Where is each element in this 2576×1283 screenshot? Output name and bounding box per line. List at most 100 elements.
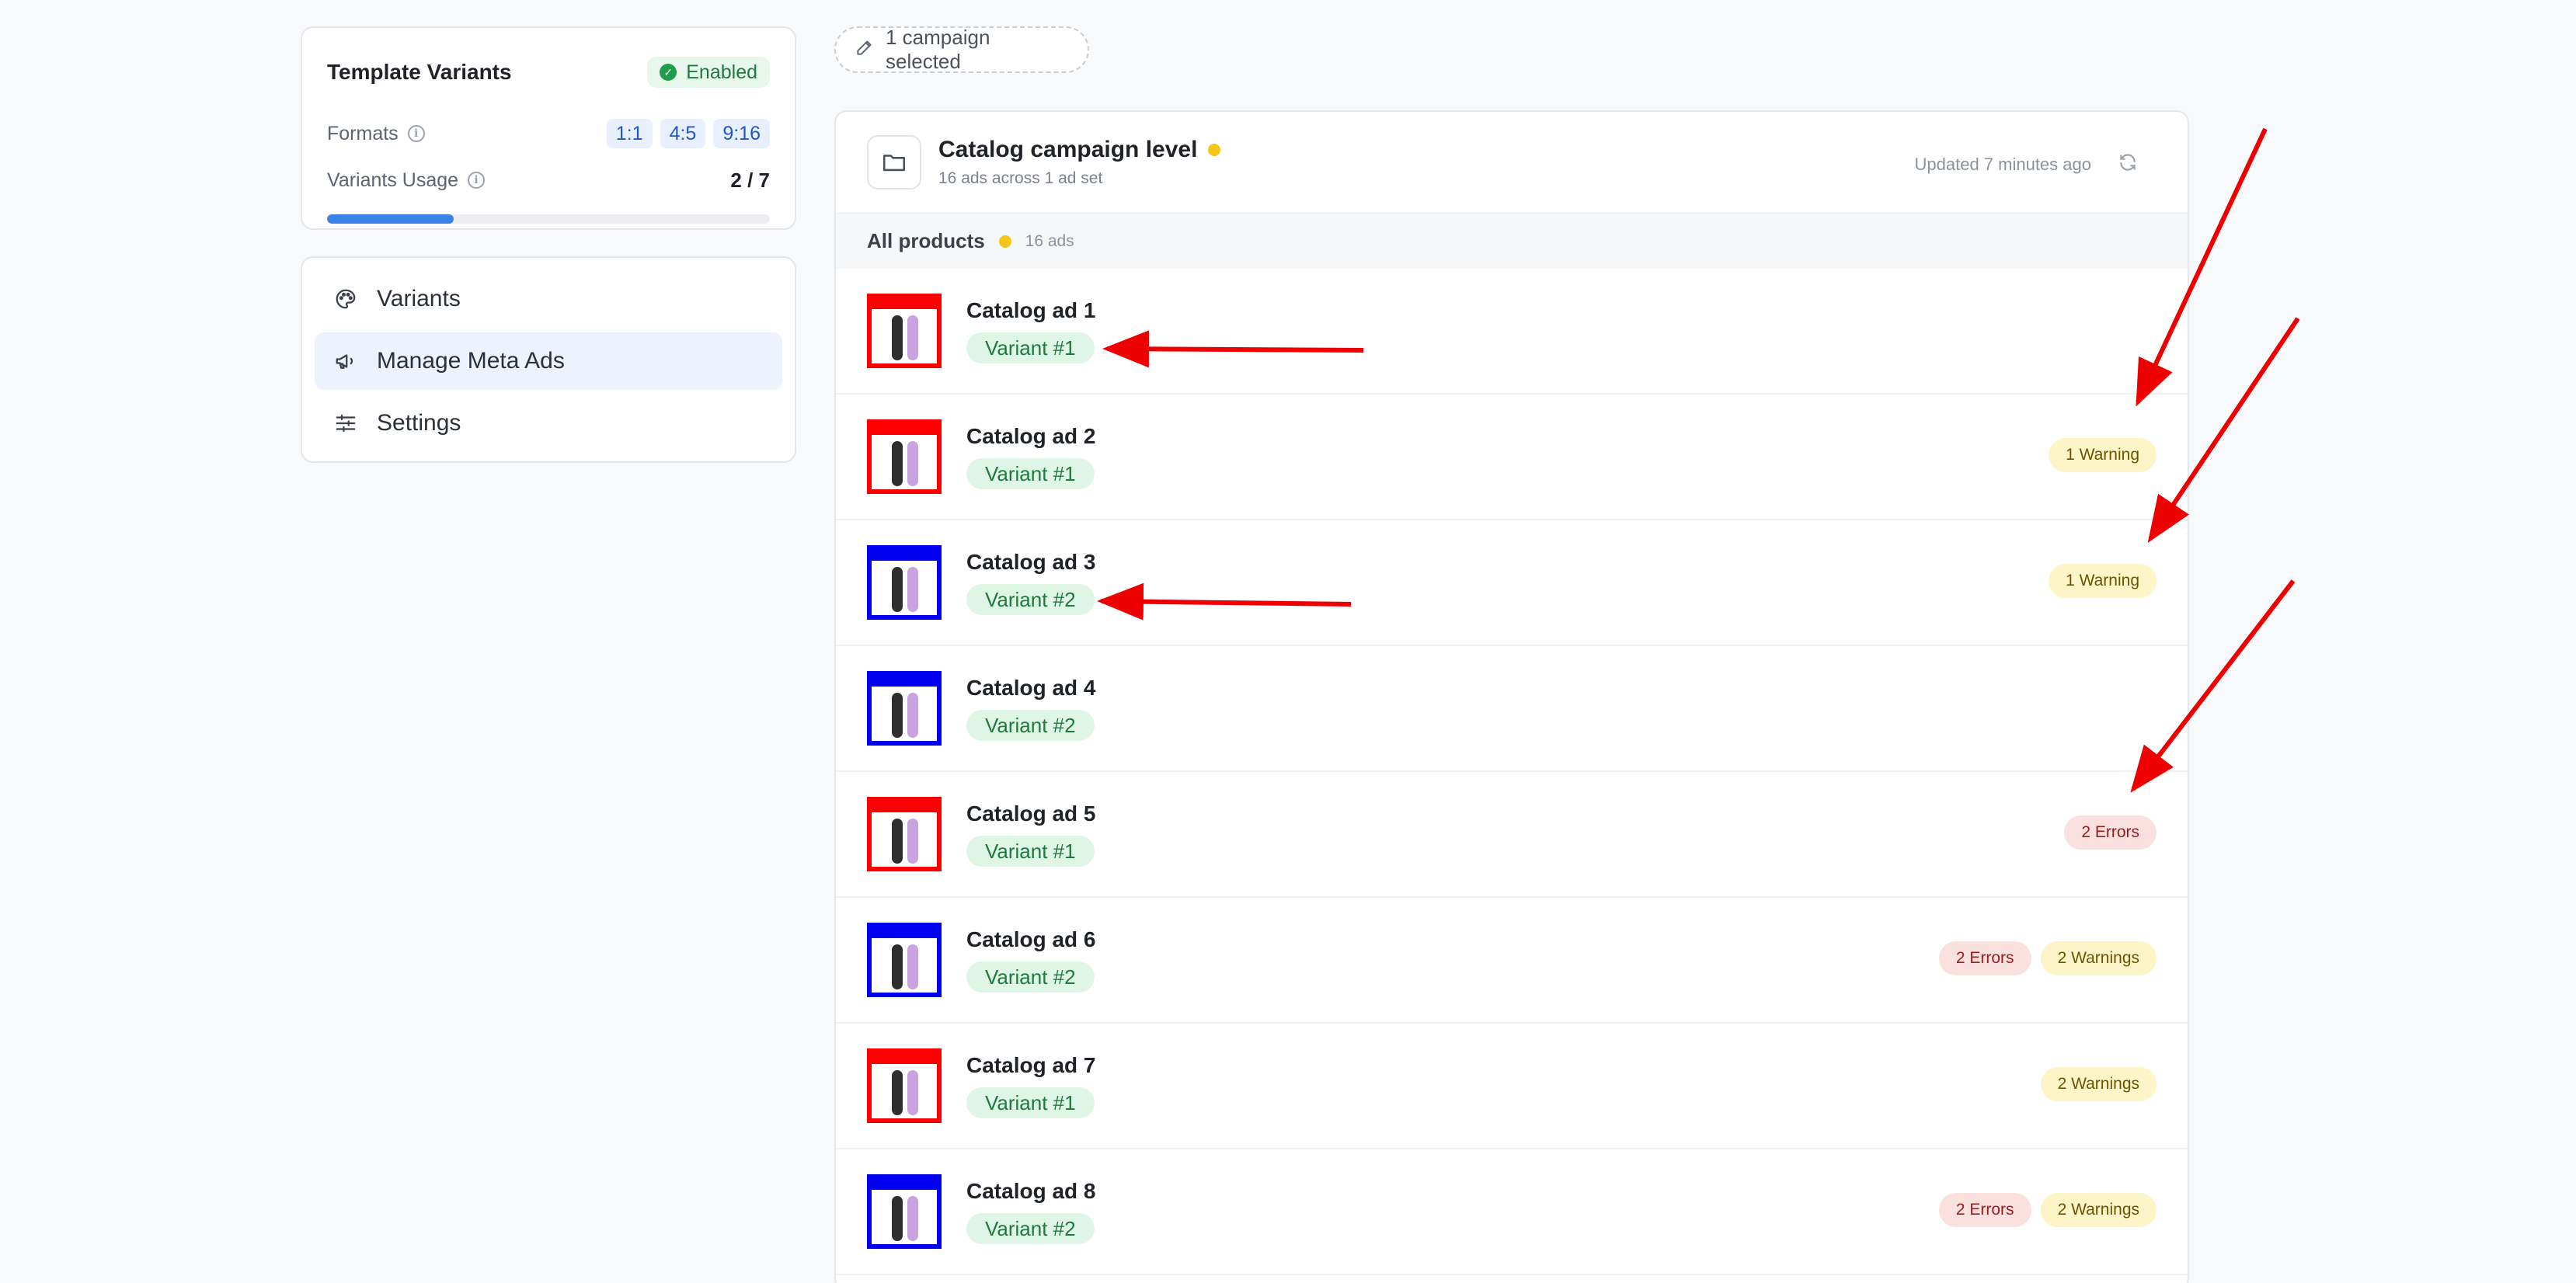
ad-thumbnail — [867, 797, 942, 871]
info-icon[interactable]: i — [407, 125, 425, 142]
ad-info: Catalog ad 1 Variant #1 — [966, 298, 1095, 363]
ad-thumbnail — [867, 294, 942, 368]
error-badge[interactable]: 2 Errors — [1938, 1193, 2031, 1227]
ad-name: Catalog ad 6 — [966, 927, 1096, 951]
format-chip-9-16[interactable]: 9:16 — [713, 119, 770, 148]
campaign-status-dot — [1208, 144, 1221, 156]
ad-row[interactable]: Catalog ad 8 Variant #2 2 Errors 2 Warnings — [836, 1149, 2188, 1275]
enabled-status-label: Enabled — [686, 61, 757, 83]
snowboard-image — [907, 693, 918, 738]
template-variants-header: Template Variants ✓ Enabled — [327, 28, 770, 110]
issue-badges: 2 Warnings — [2040, 1067, 2157, 1101]
ad-row[interactable]: Catalog ad 4 Variant #2 — [836, 646, 2188, 772]
ad-row[interactable]: Catalog ad 2 Variant #1 1 Warning — [836, 395, 2188, 520]
thumbnail-band — [872, 801, 937, 812]
variant-badge: Variant #1 — [966, 1087, 1095, 1118]
palette-icon — [333, 287, 358, 311]
snowboard-image — [907, 441, 918, 486]
ad-thumbnail — [867, 923, 942, 997]
ad-name: Catalog ad 2 — [966, 424, 1096, 448]
folder-icon — [867, 135, 921, 189]
ad-info: Catalog ad 5 Variant #1 — [966, 801, 1095, 867]
campaign-subtitle: 16 ads across 1 ad set — [938, 169, 1103, 187]
ad-info: Catalog ad 3 Variant #2 — [966, 550, 1095, 615]
warning-badge[interactable]: 2 Warnings — [2040, 941, 2157, 975]
variant-badge: Variant #1 — [966, 836, 1095, 867]
ad-set-group-header[interactable]: All products 16 ads — [836, 213, 2188, 269]
snowboard-image — [907, 819, 918, 864]
ad-name: Catalog ad 5 — [966, 801, 1096, 826]
edit-icon — [855, 37, 875, 63]
campaign-title-block: Catalog campaign level 16 ads across 1 a… — [938, 137, 1221, 188]
ad-info: Catalog ad 6 Variant #2 — [966, 927, 1095, 993]
ad-row[interactable]: Catalog ad 6 Variant #2 2 Errors 2 Warnings — [836, 898, 2188, 1024]
info-icon[interactable]: i — [468, 172, 486, 189]
error-badge[interactable]: 2 Errors — [1938, 941, 2031, 975]
campaign-header: Catalog campaign level 16 ads across 1 a… — [836, 112, 2188, 213]
error-badge[interactable]: 2 Errors — [2064, 815, 2157, 850]
ad-row[interactable]: Catalog ad 3 Variant #2 1 Warning — [836, 520, 2188, 646]
refresh-icon[interactable] — [2118, 152, 2138, 177]
issue-badges: 1 Warning — [2049, 564, 2157, 598]
sidebar-item-label: Manage Meta Ads — [377, 348, 565, 374]
variant-badge: Variant #1 — [966, 458, 1095, 489]
ad-row[interactable]: Catalog ad 1 Variant #1 — [836, 269, 2188, 395]
ad-thumbnail — [867, 419, 942, 494]
issue-badges: 2 Errors 2 Warnings — [1938, 941, 2157, 975]
snowboard-image — [907, 1196, 918, 1241]
issue-badges: 2 Errors — [2064, 815, 2157, 850]
snowboard-image — [892, 567, 903, 612]
thumbnail-band — [872, 1053, 937, 1064]
issue-badges: 1 Warning — [2049, 438, 2157, 472]
warning-badge[interactable]: 1 Warning — [2049, 564, 2157, 598]
sidebar-item-manage-meta-ads[interactable]: Manage Meta Ads — [315, 332, 782, 390]
warning-badge[interactable]: 1 Warning — [2049, 438, 2157, 472]
variant-badge: Variant #2 — [966, 710, 1095, 741]
snowboard-image — [892, 441, 903, 486]
format-chips: 1:1 4:5 9:16 — [606, 119, 770, 148]
sliders-icon — [333, 411, 358, 436]
ad-thumbnail — [867, 545, 942, 620]
campaign-title: Catalog campaign level — [938, 137, 1198, 162]
variant-badge: Variant #2 — [966, 584, 1095, 615]
ad-set-status-dot — [998, 235, 1011, 248]
sidebar-item-settings[interactable]: Settings — [315, 395, 782, 452]
snowboard-image — [907, 1070, 918, 1115]
snowboard-image — [907, 315, 918, 360]
thumbnail-band — [872, 424, 937, 435]
ad-row[interactable]: Catalog ad 5 Variant #1 2 Errors — [836, 772, 2188, 898]
ad-list: Catalog ad 1 Variant #1 Catalog ad 2 Varian… — [836, 269, 2188, 1275]
variant-badge: Variant #2 — [966, 961, 1095, 993]
template-variants-title: Template Variants — [327, 60, 512, 84]
warning-badge[interactable]: 2 Warnings — [2040, 1193, 2157, 1227]
ad-name: Catalog ad 3 — [966, 550, 1096, 574]
format-chip-1-1[interactable]: 1:1 — [606, 119, 653, 148]
updated-info: Updated 7 minutes ago — [1915, 152, 2139, 177]
ad-row[interactable]: Catalog ad 7 Variant #1 2 Warnings — [836, 1024, 2188, 1149]
variant-badge: Variant #2 — [966, 1213, 1095, 1244]
enabled-status-badge: ✓ Enabled — [647, 57, 770, 88]
campaign-panel: Catalog campaign level 16 ads across 1 a… — [834, 110, 2189, 1283]
ad-name: Catalog ad 1 — [966, 298, 1096, 322]
selection-chip-label: 1 campaign selected — [886, 26, 990, 73]
snowboard-image — [892, 819, 903, 864]
ad-thumbnail — [867, 1048, 942, 1123]
sidebar-item-variants[interactable]: Variants — [315, 270, 782, 328]
campaign-selection-chip[interactable]: 1 campaign selected — [834, 26, 1089, 73]
thumbnail-band — [872, 927, 937, 938]
snowboard-image — [892, 1070, 903, 1115]
usage-progress-bar — [327, 214, 770, 224]
variants-usage-row: Variants Usage i 2 / 7 — [327, 157, 770, 203]
megaphone-icon — [333, 349, 358, 374]
warning-badge[interactable]: 2 Warnings — [2040, 1067, 2157, 1101]
ad-set-name: All products — [867, 229, 985, 252]
thumbnail-band — [872, 676, 937, 687]
snowboard-image — [907, 944, 918, 989]
format-chip-4-5[interactable]: 4:5 — [660, 119, 706, 148]
ad-thumbnail — [867, 1174, 942, 1249]
sidebar-nav: Variants Manage Meta Ads Settings — [301, 256, 796, 463]
updated-timestamp: Updated 7 minutes ago — [1914, 155, 2092, 174]
snowboard-image — [892, 693, 903, 738]
campaign-title-row: Catalog campaign level — [938, 137, 1221, 163]
issue-badges: 2 Errors 2 Warnings — [1938, 1193, 2157, 1227]
